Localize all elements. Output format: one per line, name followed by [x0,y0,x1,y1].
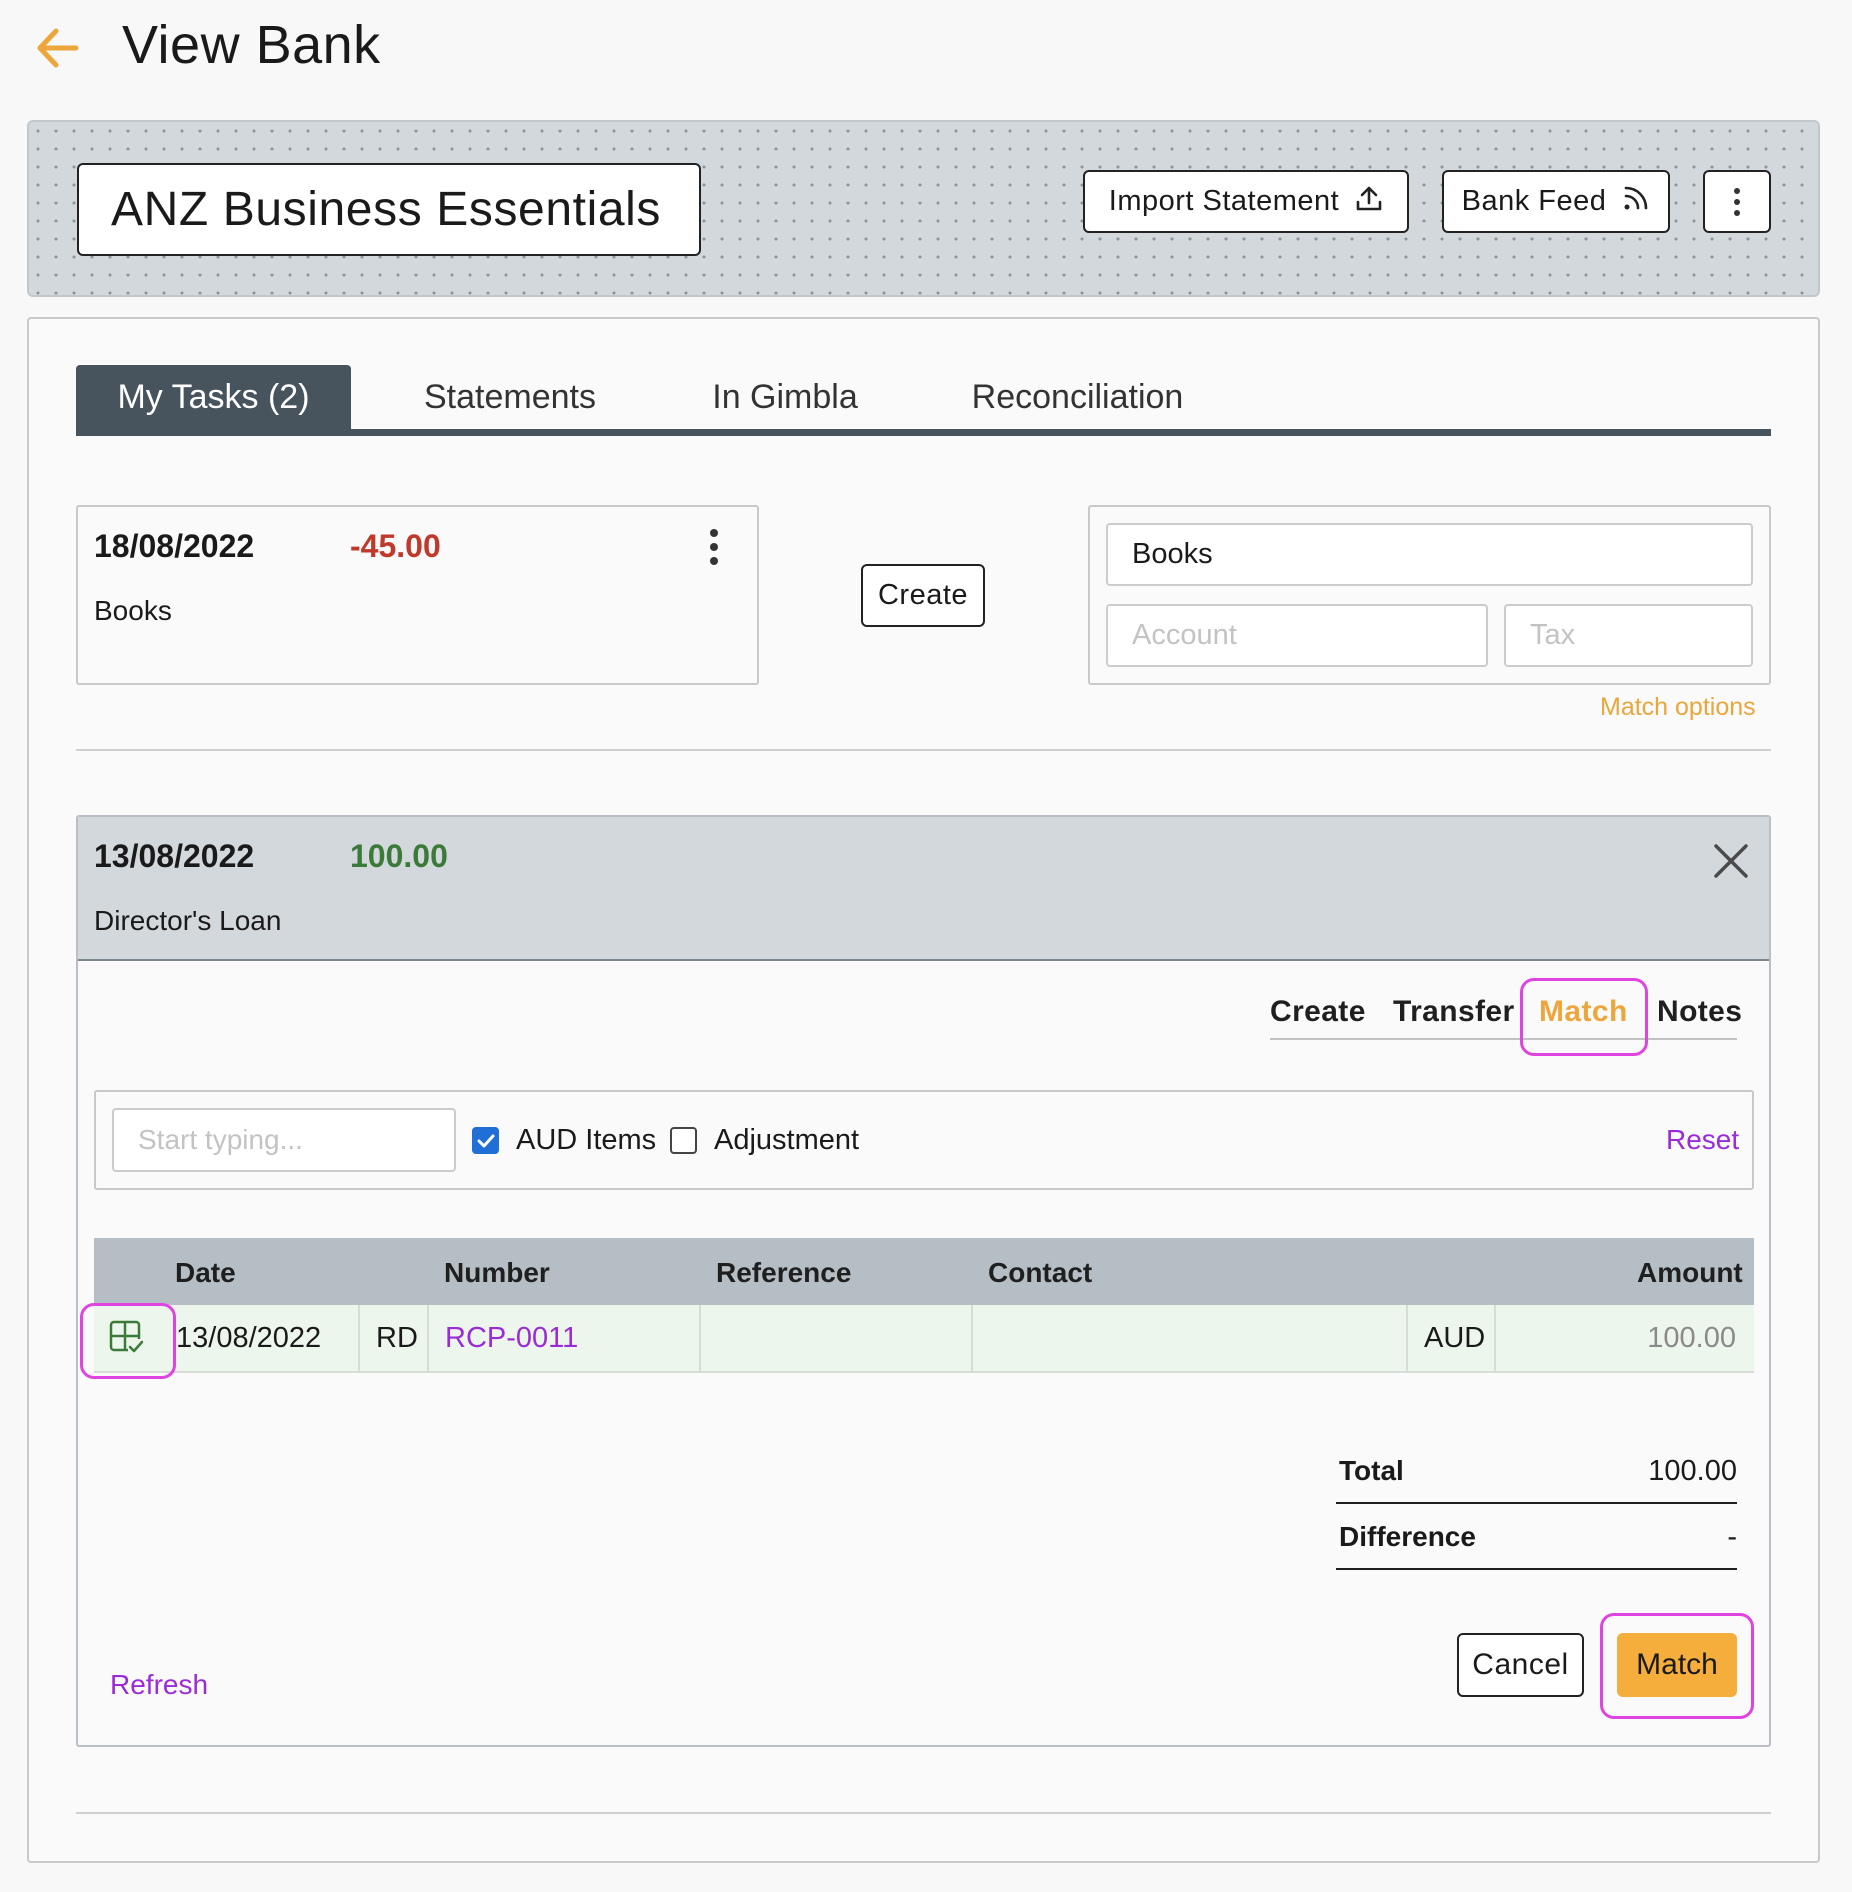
row-currency: AUD [1424,1322,1486,1354]
row-number-link[interactable]: RCP-0011 [445,1322,578,1355]
back-arrow-icon[interactable] [32,22,84,74]
aud-items-label: AUD Items [516,1124,657,1156]
subtab-match[interactable]: Match [1539,995,1628,1029]
import-statement-label: Import Statement [1108,185,1340,217]
page-title: View Bank [122,15,381,75]
create-button[interactable]: Create [861,564,985,627]
column-divider [971,1305,973,1373]
expanded-transaction-header[interactable] [78,817,1769,961]
upload-icon [1355,184,1383,220]
description-input[interactable]: Books [1106,523,1753,586]
match-options-link[interactable]: Match options [1600,693,1756,722]
table-row[interactable] [94,1305,1754,1373]
section-divider [76,1812,1771,1814]
column-divider [1494,1305,1496,1373]
match-select-icon[interactable] [109,1320,145,1356]
bank-feed-button[interactable]: Bank Feed [1442,170,1670,233]
total-divider [1336,1502,1737,1504]
row-date: 13/08/2022 [176,1322,322,1354]
adjustment-checkbox[interactable] [670,1127,697,1154]
match-button[interactable]: Match [1617,1633,1737,1697]
reset-link[interactable]: Reset [1666,1124,1739,1156]
column-header-reference: Reference [716,1257,852,1288]
transaction-amount: 100.00 [350,838,448,874]
more-options-button[interactable] [1703,170,1771,233]
subtab-underline [1270,1038,1737,1040]
transaction-description: Books [94,595,172,626]
tab-in-gimbla[interactable]: In Gimbla [700,365,870,429]
column-header-number: Number [444,1257,550,1288]
tab-underline [76,429,1771,436]
total-label: Total [1339,1455,1404,1486]
tab-reconciliation[interactable]: Reconciliation [970,365,1185,429]
tax-input[interactable]: Tax [1504,604,1753,667]
tab-my-tasks[interactable]: My Tasks (2) [76,365,351,429]
refresh-link[interactable]: Refresh [110,1669,208,1701]
difference-label: Difference [1339,1521,1476,1552]
subtab-create[interactable]: Create [1270,995,1366,1029]
transaction-date: 13/08/2022 [94,838,255,874]
transaction-description: Director's Loan [94,905,282,936]
bank-feed-label: Bank Feed [1461,185,1607,217]
search-input[interactable]: Start typing... [112,1108,456,1172]
column-divider [427,1305,429,1373]
transaction-menu-icon[interactable] [710,529,718,565]
column-header-amount: Amount [1637,1257,1743,1288]
table-header [94,1238,1754,1305]
row-amount: 100.00 [1647,1322,1736,1354]
account-input[interactable]: Account [1106,604,1488,667]
total-value: 100.00 [1648,1455,1737,1487]
adjustment-label: Adjustment [714,1124,860,1156]
column-divider [358,1305,360,1373]
transaction-date: 18/08/2022 [94,528,255,564]
difference-divider [1336,1568,1737,1570]
rss-feed-icon [1622,184,1650,220]
row-type: RD [376,1322,418,1354]
import-statement-button[interactable]: Import Statement [1083,170,1409,233]
more-vertical-icon [1734,187,1740,216]
subtab-notes[interactable]: Notes [1657,995,1742,1029]
difference-value: - [1727,1521,1737,1553]
aud-items-checkbox[interactable] [472,1127,499,1154]
bank-name: ANZ Business Essentials [77,163,701,256]
cancel-button[interactable]: Cancel [1457,1633,1584,1697]
column-header-contact: Contact [988,1257,1093,1288]
column-header-date: Date [175,1257,236,1288]
subtab-transfer[interactable]: Transfer [1393,995,1515,1029]
column-divider [699,1305,701,1373]
close-icon[interactable] [1708,838,1754,884]
column-divider [1406,1305,1408,1373]
transaction-amount: -45.00 [350,528,441,564]
section-divider [76,749,1771,751]
tab-statements[interactable]: Statements [420,365,600,429]
